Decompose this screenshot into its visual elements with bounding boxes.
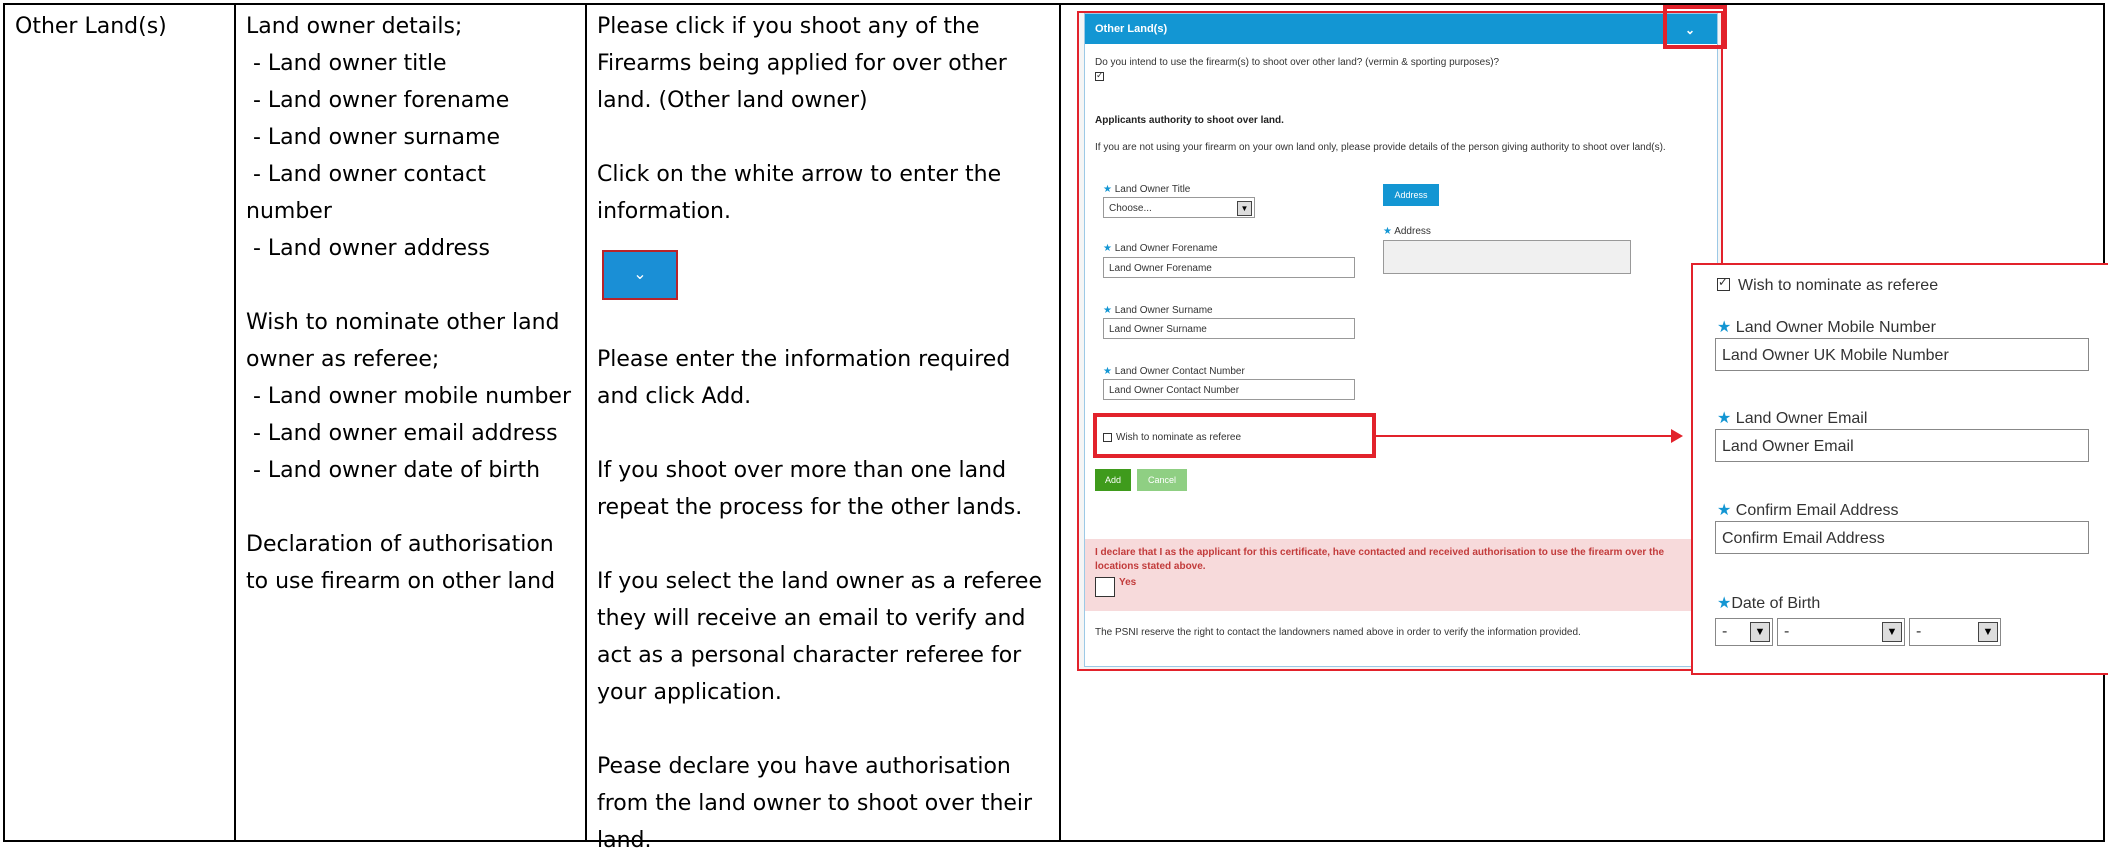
fields-line: - Land owner date of birth bbox=[246, 458, 541, 483]
address-label: ★ Address bbox=[1383, 226, 1431, 237]
other-land-panel: Other Land(s) ⌄ Do you intend to use the… bbox=[1084, 13, 1718, 667]
declaration-checkbox[interactable] bbox=[1095, 577, 1115, 597]
forename-label: ★ Land Owner Forename bbox=[1103, 243, 1218, 254]
chevron-down-icon: ⌄ bbox=[633, 266, 647, 283]
dropdown-arrow-icon: ▼ bbox=[1882, 622, 1902, 642]
fields-line: - Land owner surname bbox=[246, 125, 500, 150]
screenshot-column: Other Land(s) ⌄ Do you intend to use the… bbox=[1061, 5, 2108, 840]
mobile-input[interactable]: Land Owner UK Mobile Number bbox=[1715, 338, 2089, 371]
referee-zoom-panel: Wish to nominate as referee ★ Land Owner… bbox=[1691, 263, 2108, 675]
fields-line: Wish to nominate other land bbox=[246, 310, 560, 335]
instructions-text: Please click if you shoot any of the Fir… bbox=[597, 8, 1047, 859]
contact-label: ★ Land Owner Contact Number bbox=[1103, 366, 1245, 377]
instruction-line: If you select the land owner as a refere… bbox=[597, 569, 1042, 594]
dropdown-arrow-icon: ▼ bbox=[1237, 201, 1252, 216]
address-field[interactable] bbox=[1383, 240, 1631, 274]
form-screenshot: Other Land(s) ⌄ Do you intend to use the… bbox=[1077, 11, 1723, 671]
instruction-line: If you shoot over more than one land bbox=[597, 458, 1007, 483]
instruction-line: and click Add. bbox=[597, 384, 752, 409]
section-column: Other Land(s) bbox=[5, 5, 236, 840]
authority-title: Applicants authority to shoot over land. bbox=[1095, 115, 1284, 126]
fields-line: - Land owner title bbox=[246, 51, 447, 76]
dropdown-arrow-icon: ▼ bbox=[1750, 622, 1770, 642]
instruction-line: information. bbox=[597, 199, 731, 224]
instruction-table: Other Land(s) Land owner details; - Land… bbox=[3, 3, 2108, 853]
email-label: ★ Land Owner Email bbox=[1717, 410, 1868, 427]
title-select[interactable]: Choose... ▼ bbox=[1103, 197, 1255, 218]
forename-input[interactable]: Land Owner Forename bbox=[1103, 257, 1355, 278]
fields-line: to use firearm on other land bbox=[246, 569, 556, 594]
surname-label: ★ Land Owner Surname bbox=[1103, 305, 1213, 316]
instruction-line: Click on the white arrow to enter the bbox=[597, 162, 1002, 187]
fields-line: - Land owner email address bbox=[246, 421, 558, 446]
question-text: Do you intend to use the firearm(s) to s… bbox=[1095, 57, 1500, 68]
highlight-referee-checkbox bbox=[1093, 413, 1376, 458]
instruction-line: your application. bbox=[597, 680, 782, 705]
arrow-right-icon bbox=[1671, 429, 1683, 443]
instruction-line: Please enter the information required bbox=[597, 347, 1011, 372]
fields-column: Land owner details; - Land owner title -… bbox=[236, 5, 587, 840]
instruction-line: repeat the process for the other lands. bbox=[597, 495, 1023, 520]
instruction-line: from the land owner to shoot over their bbox=[597, 791, 1033, 816]
fields-list: Land owner details; - Land owner title -… bbox=[246, 8, 576, 600]
confirm-email-input[interactable]: Confirm Email Address bbox=[1715, 521, 2089, 554]
instruction-line: Pease declare you have authorisation bbox=[597, 754, 1011, 779]
fields-line: - Land owner address bbox=[246, 236, 490, 261]
fields-line: number bbox=[246, 199, 332, 224]
instruction-line: they will receive an email to verify and bbox=[597, 606, 1026, 631]
expand-arrow-example: ⌄ bbox=[602, 250, 678, 300]
instructions-column: Please click if you shoot any of the Fir… bbox=[587, 5, 1061, 853]
section-title: Other Land(s) bbox=[15, 14, 167, 39]
instruction-line: Please click if you shoot any of the bbox=[597, 14, 980, 39]
fields-line: - Land owner mobile number bbox=[246, 384, 572, 409]
fields-line: - Land owner forename bbox=[246, 88, 510, 113]
email-input[interactable]: Land Owner Email bbox=[1715, 429, 2089, 462]
declaration-text: I declare that I as the applicant for th… bbox=[1095, 547, 1665, 572]
fields-line: owner as referee; bbox=[246, 347, 440, 372]
title-label: ★ Land Owner Title bbox=[1103, 184, 1191, 195]
highlight-expand-arrow bbox=[1663, 5, 1727, 49]
panel-title: Other Land(s) bbox=[1095, 23, 1168, 35]
address-button[interactable]: Address bbox=[1383, 184, 1439, 206]
psni-note: The PSNI reserve the right to contact th… bbox=[1095, 627, 1581, 638]
dropdown-arrow-icon: ▼ bbox=[1978, 622, 1998, 642]
fields-line: - Land owner contact bbox=[246, 162, 486, 187]
instruction-line: Firearms being applied for over other bbox=[597, 51, 1007, 76]
authority-text: If you are not using your firearm on you… bbox=[1095, 142, 1666, 153]
fields-line: Declaration of authorisation bbox=[246, 532, 554, 557]
question-checkbox[interactable]: ✓ bbox=[1095, 70, 1108, 83]
contact-input[interactable]: Land Owner Contact Number bbox=[1103, 379, 1355, 400]
zoom-referee-checkbox[interactable]: Wish to nominate as referee bbox=[1717, 275, 1938, 295]
callout-arrow-line bbox=[1376, 435, 1672, 437]
panel-header[interactable]: Other Land(s) ⌄ bbox=[1085, 14, 1717, 44]
dob-day-select[interactable]: - ▼ bbox=[1715, 618, 1773, 646]
cancel-button[interactable]: Cancel bbox=[1137, 469, 1187, 491]
instruction-line: act as a personal character referee for bbox=[597, 643, 1022, 668]
dob-month-select[interactable]: - ▼ bbox=[1777, 618, 1905, 646]
fields-line: Land owner details; bbox=[246, 14, 463, 39]
surname-input[interactable]: Land Owner Surname bbox=[1103, 318, 1355, 339]
instruction-line: land. (Other land owner) bbox=[597, 88, 868, 113]
dob-label: ★Date of Birth bbox=[1717, 595, 1821, 612]
confirm-email-label: ★ Confirm Email Address bbox=[1717, 502, 1899, 519]
mobile-label: ★ Land Owner Mobile Number bbox=[1717, 319, 1936, 336]
dob-year-select[interactable]: - ▼ bbox=[1909, 618, 2001, 646]
instruction-line: land. bbox=[597, 828, 652, 853]
declaration-yes-label: Yes bbox=[1119, 577, 1137, 588]
add-button[interactable]: Add bbox=[1095, 469, 1131, 491]
